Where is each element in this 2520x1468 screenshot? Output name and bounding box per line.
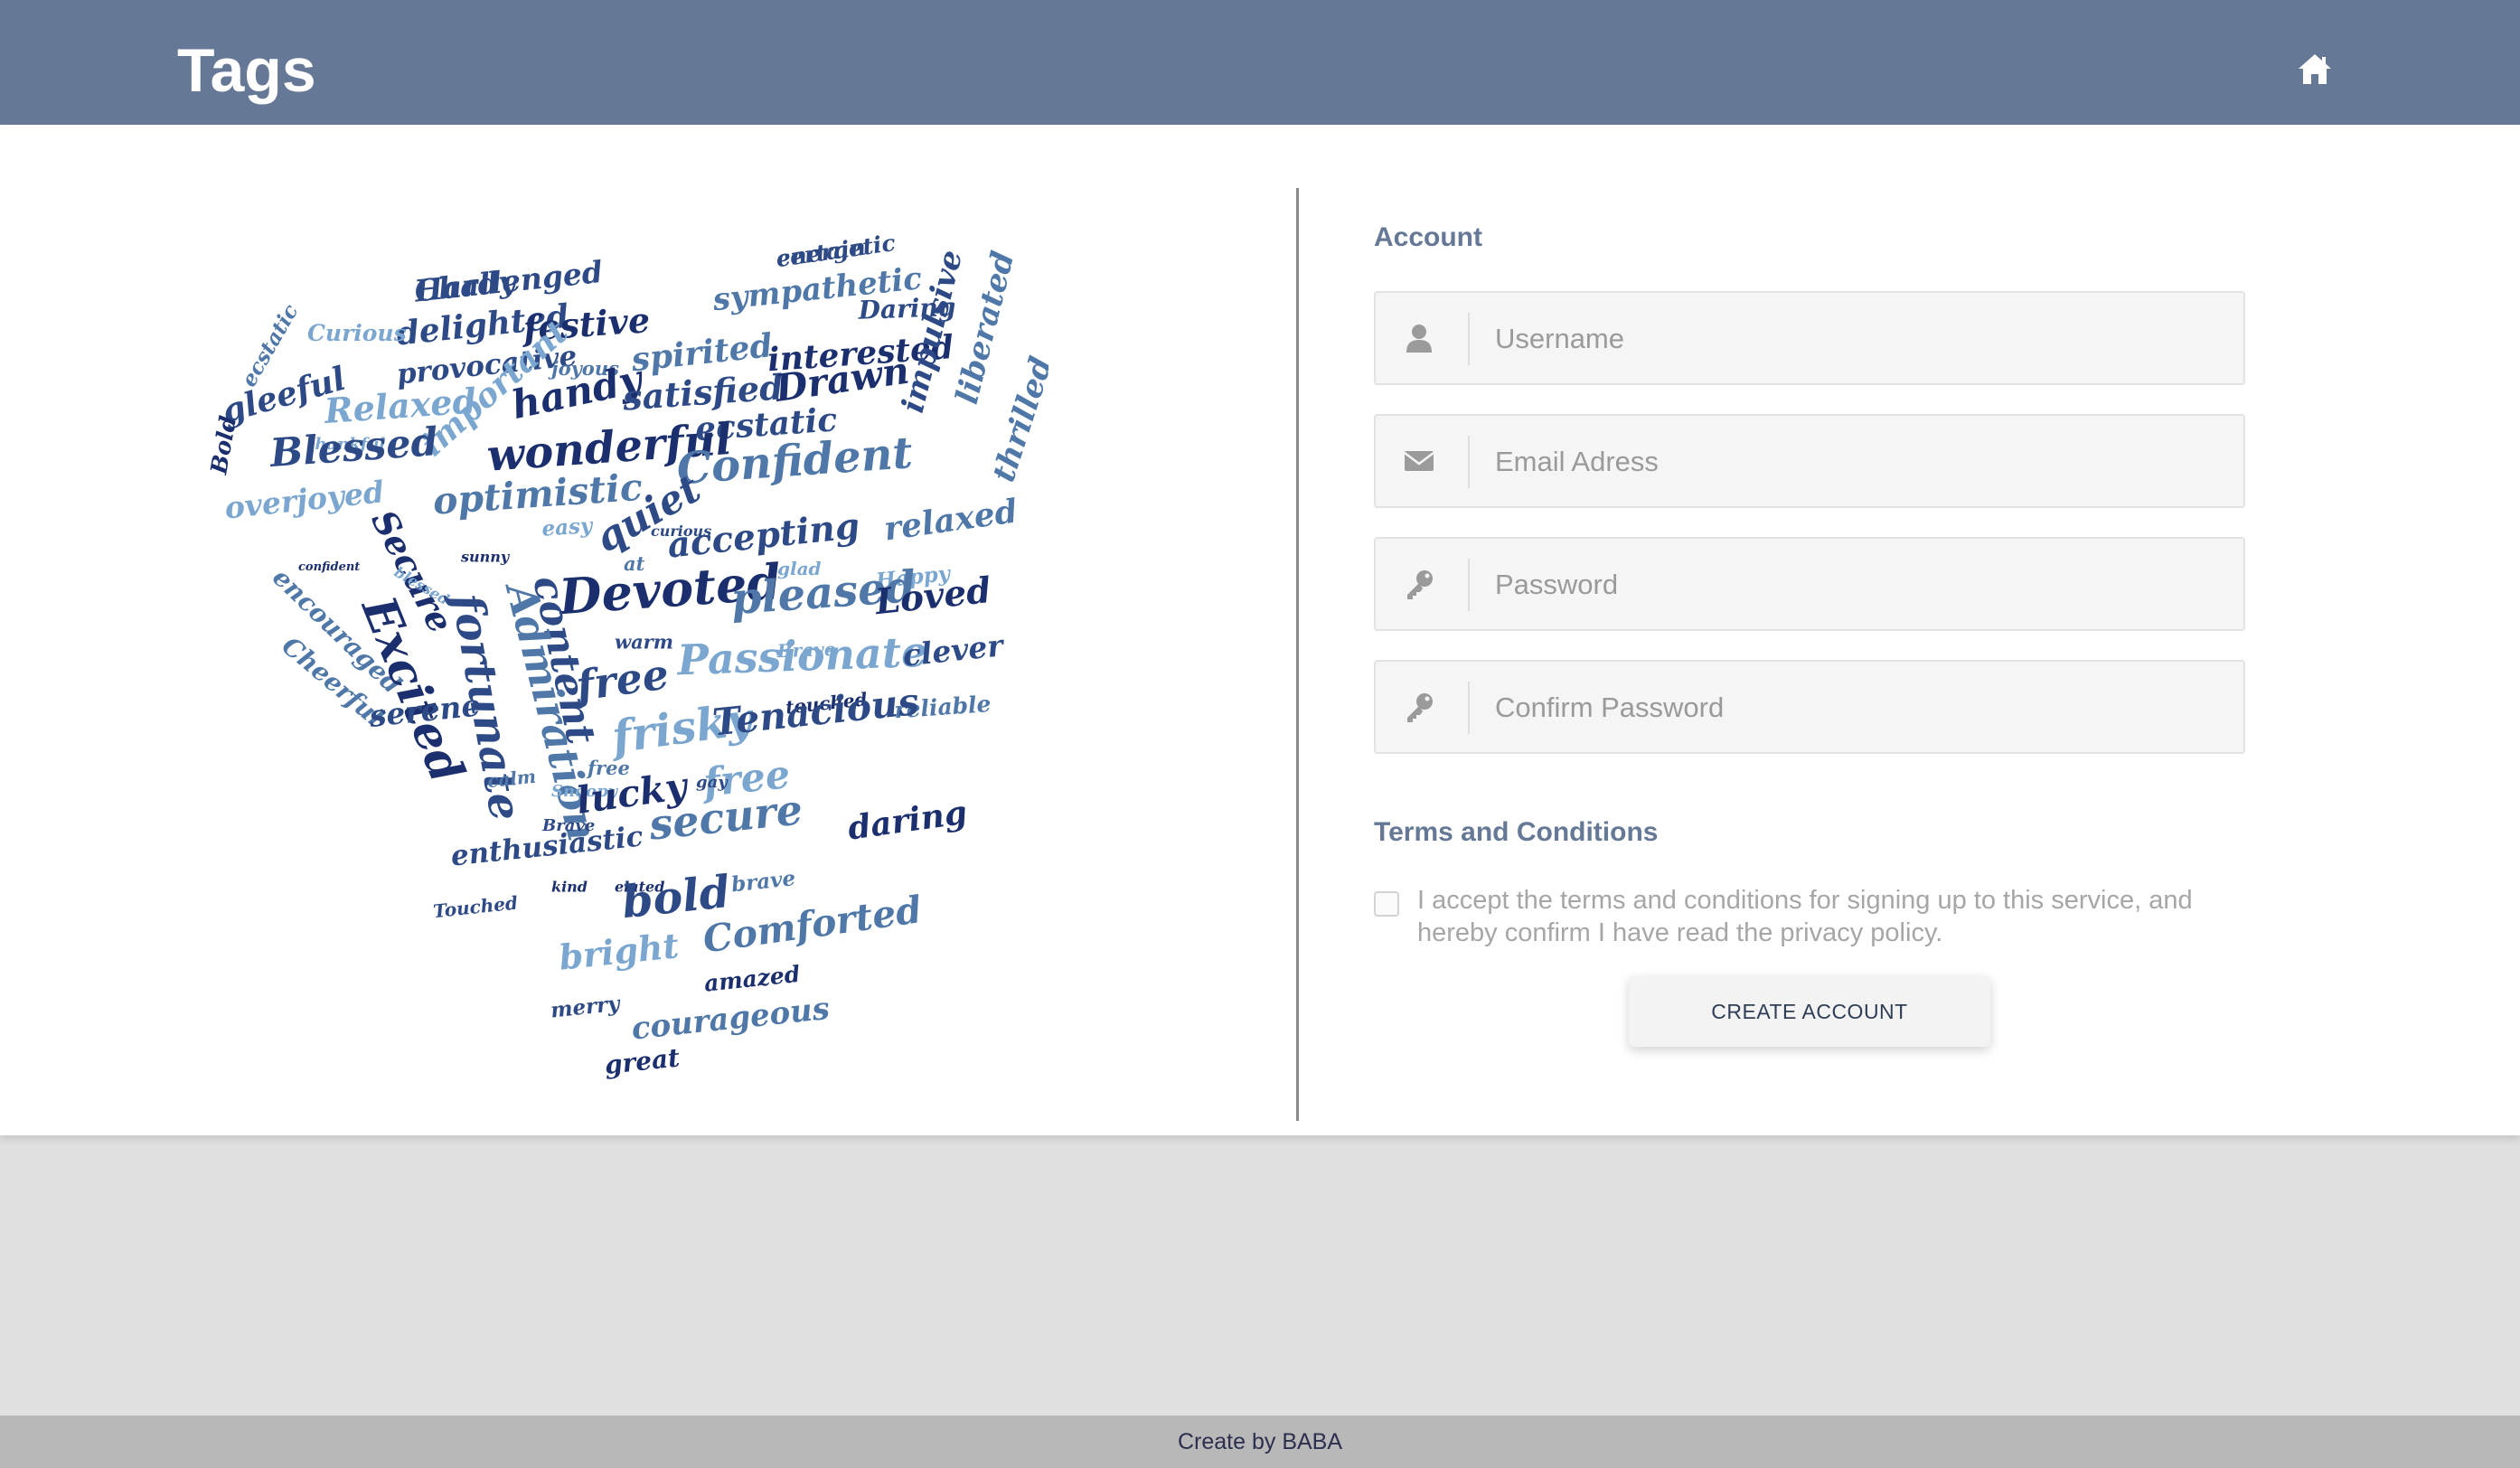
cloud-word: sunny	[460, 549, 511, 566]
app-title[interactable]: Tags	[177, 33, 316, 108]
cloud-word: kind	[551, 878, 588, 895]
email-field[interactable]	[1374, 414, 2245, 508]
cloud-word: Blessed	[267, 419, 439, 476]
cloud-word: daring	[845, 794, 969, 848]
home-icon[interactable]	[2296, 51, 2334, 89]
email-input[interactable]	[1493, 432, 2220, 492]
user-icon	[1401, 320, 1437, 356]
footer-text: Create by BABA	[1177, 1429, 1343, 1454]
cloud-word: overjoyed	[223, 474, 386, 525]
cloud-word: thrilled	[986, 353, 1048, 486]
password-input[interactable]	[1493, 555, 2220, 615]
cloud-word: brave	[730, 866, 797, 897]
cloud-word: Bold	[205, 414, 241, 477]
cloud-word: gay	[696, 773, 729, 792]
cloud-word: merry	[550, 992, 623, 1023]
signup-panel: energetic Challenged sympathetic Daring deli…	[0, 125, 2520, 1135]
username-input[interactable]	[1493, 309, 2220, 369]
terms-heading: Terms and Conditions	[1374, 817, 1659, 847]
password-field[interactable]	[1374, 537, 2245, 631]
top-navbar: Tags	[0, 0, 2520, 125]
account-heading: Account	[1374, 222, 1482, 252]
cloud-word: bright	[557, 925, 681, 978]
cloud-word: courageous	[630, 991, 832, 1048]
field-separator	[1468, 436, 1470, 488]
key-icon	[1401, 566, 1437, 602]
cloud-word: Passionate	[675, 627, 929, 685]
footer: Create by BABA	[0, 1416, 2520, 1468]
cloud-word: Curious	[307, 320, 407, 346]
terms-checkbox[interactable]	[1374, 891, 1399, 917]
cloud-word: Hardy	[412, 263, 520, 309]
cloud-word: Tenacious	[710, 680, 921, 745]
cloud-word: Touched	[432, 891, 519, 922]
cloud-word: amazed	[703, 961, 802, 997]
cloud-word: calm	[486, 766, 537, 793]
cloud-word: confident	[298, 560, 360, 574]
cloud-word: great	[603, 1042, 681, 1080]
username-field[interactable]	[1374, 291, 2245, 385]
confirm-password-field[interactable]	[1374, 660, 2245, 754]
cloud-word: Comforted	[701, 888, 925, 961]
cloud-word: relaxed	[881, 492, 1020, 548]
confirm-password-input[interactable]	[1493, 678, 2220, 738]
cloud-word: certain	[775, 234, 868, 273]
field-separator	[1468, 682, 1470, 734]
vertical-divider	[1296, 188, 1299, 1121]
envelope-icon	[1401, 443, 1437, 479]
field-separator	[1468, 313, 1470, 365]
cloud-word: easy	[541, 513, 595, 541]
field-separator	[1468, 559, 1470, 611]
word-cloud-heart: energeticChallenged sympatheticDaringdeli…	[205, 230, 1048, 1080]
key-icon	[1401, 689, 1437, 725]
create-account-button[interactable]: CREATE ACCOUNT	[1629, 976, 1990, 1047]
terms-text: I accept the terms and conditions for si…	[1417, 886, 2193, 947]
